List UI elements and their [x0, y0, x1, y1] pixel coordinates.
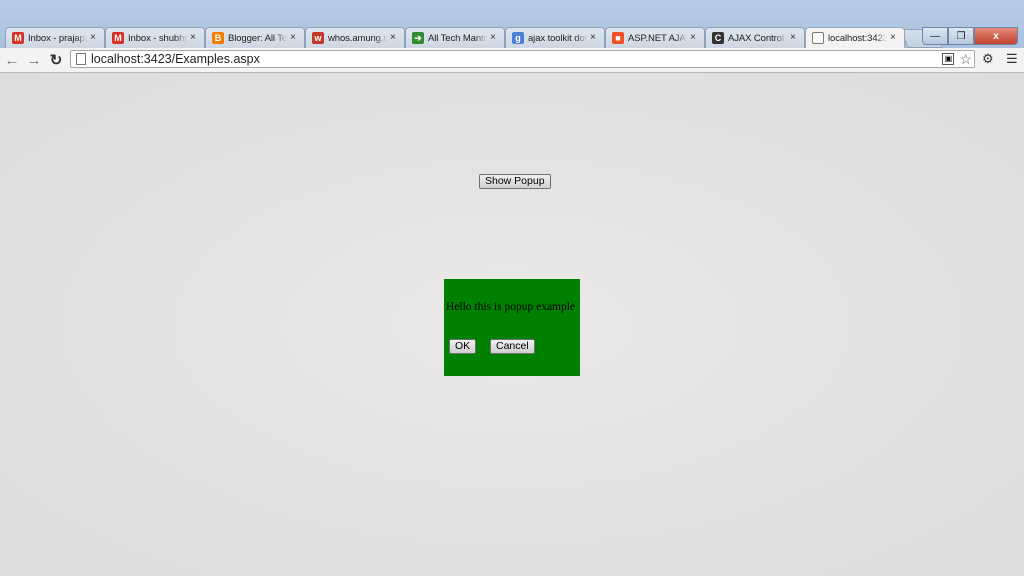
- tab-close-icon[interactable]: ×: [890, 33, 898, 43]
- tab-title: whos.amung.us: [328, 32, 387, 44]
- forward-button[interactable]: →: [25, 51, 43, 69]
- restore-icon: ❐: [956, 30, 966, 42]
- menu-icon[interactable]: ☰: [1006, 51, 1018, 67]
- google-icon: g: [512, 32, 524, 44]
- forward-arrow-icon: →: [26, 51, 42, 69]
- tab-close-icon[interactable]: ×: [90, 33, 98, 43]
- minimize-icon: —: [930, 30, 940, 42]
- back-button[interactable]: ←: [3, 51, 21, 69]
- tab-title: All Tech Mantra: [428, 32, 487, 44]
- browser-toolbar: ← → ↻ localhost:3423/Examples.aspx ▣ ☆ ⚙…: [0, 48, 1024, 73]
- microsoft-icon: ■: [612, 32, 624, 44]
- reload-button[interactable]: ↻: [47, 51, 65, 69]
- tab-title: Inbox - shubhp: [128, 32, 187, 44]
- back-arrow-icon: ←: [4, 51, 20, 69]
- extension-icon[interactable]: ▣: [942, 53, 955, 65]
- browser-tab[interactable]: ■ ASP.NET AJAX ×: [605, 27, 705, 48]
- address-bar[interactable]: localhost:3423/Examples.aspx ▣ ☆: [70, 50, 975, 68]
- tab-strip: MInbox - prajapati×MInbox - shubhp×BBlog…: [0, 0, 1024, 48]
- browser-tab[interactable]: M Inbox - shubhp ×: [105, 27, 205, 48]
- browser-tab[interactable]: localhost:3423/Examples.aspx×: [805, 27, 905, 48]
- page-content: Show Popup Hello this is popup example O…: [0, 73, 1024, 576]
- page-icon: [812, 32, 824, 44]
- arrow-icon: ➔: [412, 32, 424, 44]
- restore-button[interactable]: ❐: [948, 27, 974, 45]
- tab-close-icon[interactable]: ×: [690, 33, 698, 43]
- cancel-button[interactable]: Cancel: [490, 339, 535, 354]
- browser-tab[interactable]: w whos.amung.us ×: [305, 27, 405, 48]
- minimize-button[interactable]: —: [922, 27, 948, 45]
- extension-user-icon[interactable]: ⚙: [982, 51, 994, 67]
- tab-title: ASP.NET AJAX: [628, 32, 687, 44]
- show-popup-button[interactable]: Show Popup: [479, 174, 551, 189]
- tab-title: localhost:3423/Examples.aspx: [828, 32, 887, 44]
- popup-panel: Hello this is popup example OK Cancel: [444, 279, 580, 376]
- tab-title: AJAX Control Toolkit: [728, 32, 787, 44]
- window-controls: — ❐ x: [922, 27, 1018, 45]
- url-text: localhost:3423/Examples.aspx: [91, 52, 260, 66]
- browser-tab[interactable]: M Inbox - prajapati×: [5, 27, 105, 48]
- page-icon: [76, 53, 86, 65]
- amung-icon: w: [312, 32, 324, 44]
- blogger-icon: B: [212, 32, 224, 44]
- ok-button[interactable]: OK: [449, 339, 477, 354]
- tab-close-icon[interactable]: ×: [390, 33, 398, 43]
- tab-close-icon[interactable]: ×: [190, 33, 198, 43]
- tab-close-icon[interactable]: ×: [790, 33, 798, 43]
- tab-title: Blogger: All Tech: [228, 32, 287, 44]
- tab-title: ajax toolkit download: [528, 32, 587, 44]
- browser-tab[interactable]: B Blogger: All Tech×: [205, 27, 305, 48]
- gmail-icon: M: [112, 32, 124, 44]
- tab-title: Inbox - prajapati: [28, 32, 87, 44]
- browser-tab[interactable]: C AJAX Control Toolkit×: [705, 27, 805, 48]
- bookmark-star-icon[interactable]: ☆: [959, 51, 972, 68]
- close-window-button[interactable]: x: [974, 27, 1018, 45]
- close-icon: x: [993, 30, 999, 42]
- tab-close-icon[interactable]: ×: [290, 33, 298, 43]
- codeplex-icon: C: [712, 32, 724, 44]
- popup-message: Hello this is popup example: [446, 301, 576, 313]
- gmail-icon: M: [12, 32, 24, 44]
- browser-tab[interactable]: ➔ All Tech Mantra ×: [405, 27, 505, 48]
- tab-close-icon[interactable]: ×: [490, 33, 498, 43]
- reload-icon: ↻: [49, 52, 63, 69]
- tab-close-icon[interactable]: ×: [590, 33, 598, 43]
- browser-tab[interactable]: g ajax toolkit download×: [505, 27, 605, 48]
